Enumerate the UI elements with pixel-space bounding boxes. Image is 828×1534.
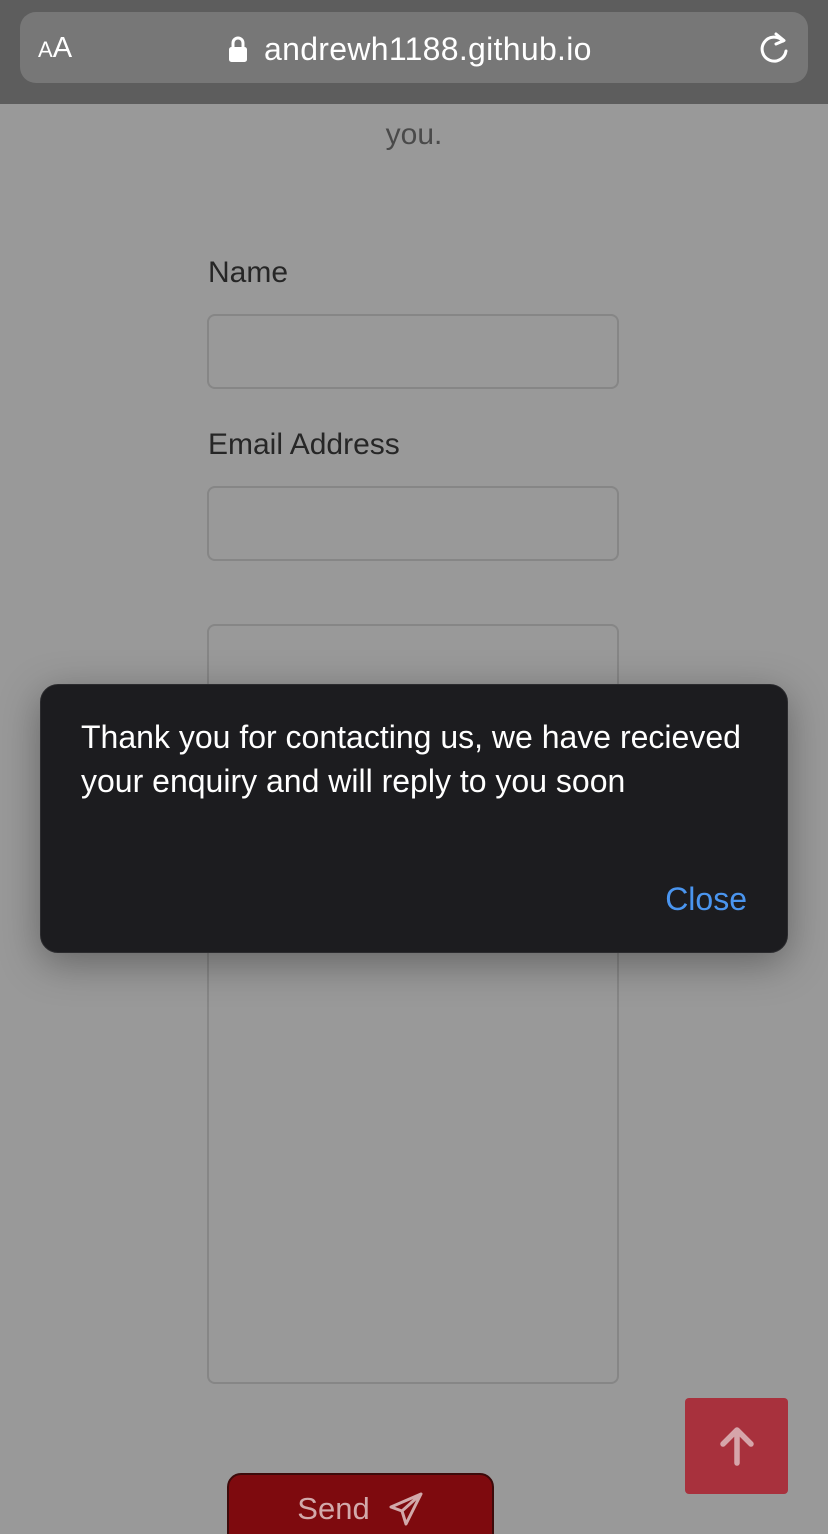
alert-message: Thank you for contacting us, we have rec… [81, 719, 741, 799]
arrow-up-icon [719, 1427, 754, 1466]
lock-icon [229, 36, 247, 62]
reload-icon[interactable] [756, 31, 792, 67]
page: AA andrewh1188.github.io you. Name Email… [0, 0, 828, 1534]
email-label: Email Address [208, 428, 400, 461]
send-button[interactable]: Send [227, 1473, 494, 1534]
url-display[interactable]: andrewh1188.github.io [228, 30, 592, 68]
text-size-large-glyph: A [52, 32, 73, 64]
send-button-label: Send [297, 1491, 370, 1526]
alert-dialog: Thank you for contacting us, we have rec… [40, 684, 788, 953]
text-size-button[interactable]: AA [38, 34, 72, 63]
scroll-to-top-button[interactable] [685, 1398, 788, 1494]
text-size-small-glyph: A [38, 37, 53, 62]
name-input[interactable] [207, 314, 619, 389]
url-text: andrewh1188.github.io [264, 30, 592, 67]
paper-plane-icon [389, 1492, 423, 1526]
email-input[interactable] [207, 486, 619, 561]
name-label: Name [208, 256, 289, 289]
close-button[interactable]: Close [665, 881, 747, 918]
browser-toolbar: AA andrewh1188.github.io [0, 0, 828, 104]
intro-text: you. [385, 118, 443, 151]
